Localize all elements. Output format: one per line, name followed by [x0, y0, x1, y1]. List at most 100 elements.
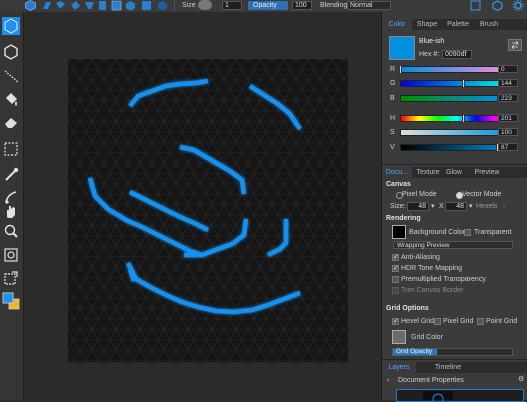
canvas-heading: Canvas [386, 181, 411, 188]
drawing-canvas[interactable] [68, 59, 348, 362]
b-slider[interactable] [400, 94, 514, 103]
hex-outline-tool-icon[interactable] [2, 43, 20, 61]
g-value[interactable]: 144 [498, 79, 518, 87]
swap-colors-icon[interactable] [508, 39, 522, 51]
canvas-size-label: Size: [390, 203, 406, 210]
opacity-slider[interactable]: Opacity [248, 1, 288, 10]
vector-mode-label: Vector Mode [462, 191, 502, 198]
hex-shape-icon-1[interactable] [25, 0, 36, 11]
anti-aliasing-checkbox[interactable] [392, 253, 399, 261]
settings-gear-icon[interactable] [512, 0, 524, 11]
tab-timeline[interactable]: Timeline [428, 362, 468, 373]
brush-size-knob[interactable] [198, 0, 212, 10]
grid-color-label: Grid Color [411, 334, 443, 341]
grid-opacity-slider[interactable]: Grid Opacity [392, 348, 513, 356]
eyedropper-icon[interactable] [2, 165, 20, 183]
tab-palette[interactable]: Palette [442, 19, 474, 30]
transform-tool-icon[interactable] [2, 269, 20, 287]
eraser-icon[interactable] [2, 113, 20, 131]
hex-shape-icon-2[interactable] [41, 0, 52, 11]
v-label: V [390, 144, 395, 151]
hex-shape-icon-8[interactable] [125, 0, 136, 11]
tab-glow[interactable]: Glow [442, 167, 466, 178]
s-value[interactable]: 100 [498, 128, 518, 136]
canvas-height-input[interactable]: 48 [445, 202, 467, 211]
tab-color[interactable]: Color [382, 19, 412, 30]
canvas-artwork [68, 59, 348, 362]
hex-shape-icon-7[interactable] [111, 0, 122, 11]
hex-shape-icon-9[interactable] [141, 0, 152, 11]
tab-preview[interactable]: Preview [472, 167, 502, 178]
hex-shape-icon-3[interactable] [55, 0, 66, 11]
stepper-arrow-icon[interactable]: ▾ [431, 202, 435, 211]
premultiplied-label: Premultiplied Transparency [401, 276, 486, 283]
r-knob[interactable] [399, 65, 402, 74]
hex-shape-icon-5[interactable] [84, 0, 95, 11]
canvas-width-input[interactable]: 48 [407, 202, 429, 211]
tab-layers[interactable]: Layers [382, 362, 416, 373]
fill-bucket-icon[interactable] [2, 90, 20, 108]
b-label: B [390, 95, 395, 102]
background-color-swatch[interactable] [392, 225, 406, 239]
hexel-grid-label: Hexel Grid [401, 318, 435, 325]
current-color-swatch[interactable] [389, 36, 415, 60]
zoom-magnifier-icon[interactable] [2, 222, 20, 240]
background-color-label: Background Color [409, 229, 466, 236]
h-knob[interactable] [461, 114, 465, 123]
point-grid-label: Point Grid [486, 318, 518, 325]
tab-shape[interactable]: Shape [412, 19, 442, 30]
hexel-grid-checkbox[interactable] [392, 317, 399, 325]
wrapping-preview-toggle[interactable]: Wrapping Preview [393, 241, 513, 249]
hand-pan-icon[interactable] [2, 202, 20, 220]
tab-brush[interactable]: Brush [474, 19, 504, 30]
s-slider[interactable] [400, 128, 514, 137]
hex-input[interactable]: 0090df [442, 50, 472, 59]
g-knob[interactable] [462, 79, 466, 88]
tab-texture[interactable]: Texture [414, 167, 442, 178]
hex-shape-icon-10[interactable] [157, 0, 168, 11]
r-value[interactable]: 0 [498, 65, 518, 73]
layer-settings-gear-icon[interactable]: ⚙ [518, 375, 524, 384]
b-value[interactable]: 223 [498, 94, 518, 102]
toolbar-divider [174, 0, 175, 11]
color-name: Blue-ish [419, 38, 445, 45]
g-slider[interactable] [400, 79, 514, 88]
selection-marquee-icon[interactable] [2, 140, 20, 158]
blending-select[interactable]: Normal [347, 1, 391, 10]
units-chevron-icon[interactable]: › [503, 202, 505, 211]
s-label: S [390, 129, 395, 136]
rendering-heading: Rendering [386, 215, 421, 222]
trim-border-checkbox[interactable] [392, 287, 399, 294]
point-grid-checkbox[interactable] [477, 318, 484, 325]
pixel-grid-checkbox[interactable] [434, 318, 441, 325]
expand-chevron-icon[interactable]: › [387, 376, 389, 385]
transparent-label: Transparent [474, 229, 512, 236]
grid-toggle-icon[interactable] [470, 0, 481, 11]
h-slider[interactable] [400, 114, 514, 123]
size-input[interactable]: 1 [222, 1, 242, 10]
hex-shape-icon-6[interactable] [97, 0, 108, 11]
crop-zoom-icon[interactable] [2, 246, 20, 264]
layer-thumbnail[interactable] [396, 389, 524, 402]
hex-view-icon[interactable] [492, 0, 503, 12]
tab-document[interactable]: Docu... [382, 167, 412, 178]
premultiplied-checkbox[interactable] [392, 276, 399, 283]
transparent-checkbox[interactable] [464, 229, 471, 236]
v-value[interactable]: 87 [498, 143, 518, 151]
color-tabs: Color Shape Palette Brush [382, 19, 527, 30]
line-tool-icon[interactable] [2, 67, 20, 85]
document-properties-label: Document Properties [398, 377, 464, 384]
color-swatches-icon[interactable] [2, 292, 20, 310]
document-tabs: Docu... Texture Glow Preview [382, 167, 527, 178]
hdr-checkbox[interactable] [392, 264, 399, 272]
trim-border-label: Trim Canvas Border [401, 287, 464, 294]
opacity-input[interactable]: 100 [292, 1, 312, 10]
h-value[interactable]: 201 [498, 114, 518, 122]
panel-divider-2 [382, 359, 527, 360]
hexel-tool-icon[interactable] [2, 17, 20, 35]
v-slider[interactable] [400, 143, 514, 152]
grid-color-swatch[interactable] [392, 330, 406, 344]
r-slider[interactable] [399, 65, 514, 74]
stepper-arrow-icon-2[interactable]: ▾ [469, 202, 473, 211]
hex-shape-icon-4[interactable] [70, 0, 81, 11]
